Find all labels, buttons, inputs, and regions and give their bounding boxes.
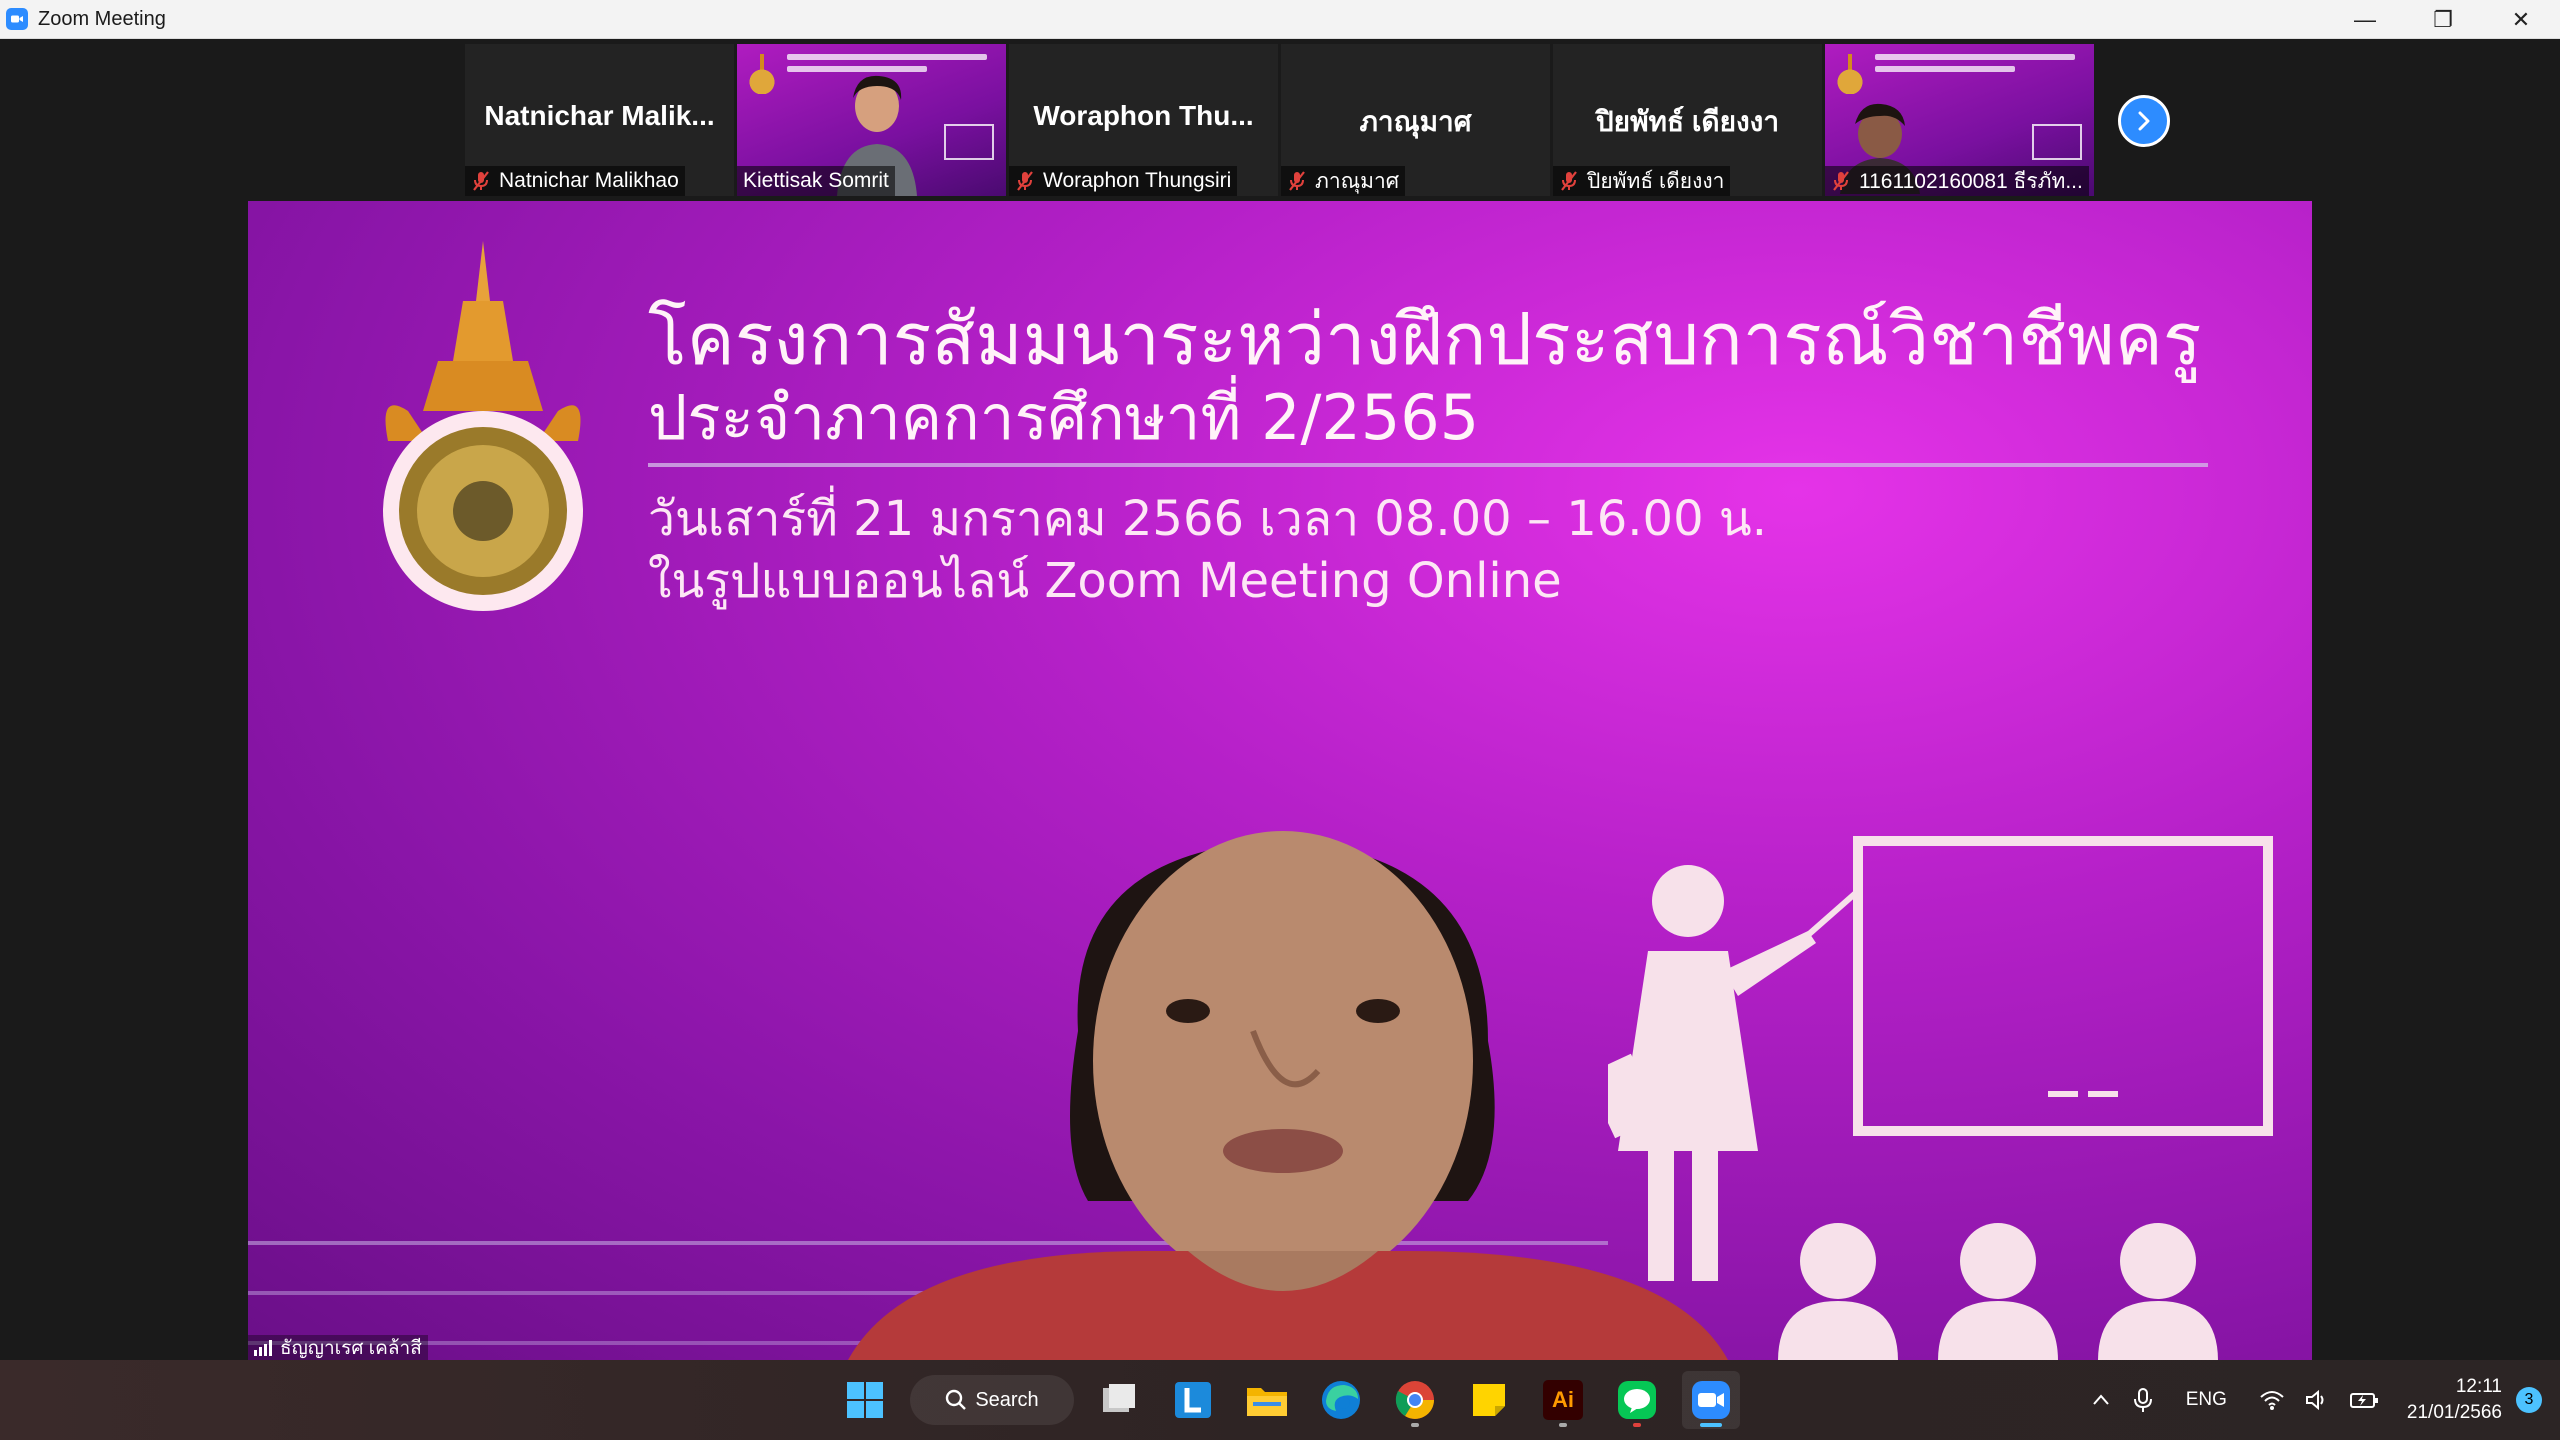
task-view-button[interactable] [1090, 1371, 1148, 1429]
participant-filmstrip: Natnichar Malik... Natnichar Malikhao Ki… [465, 44, 2094, 196]
participant-label: ภาณุมาศ [1281, 166, 1406, 196]
system-tray: ENG 12:11 21/01/2566 3 [2080, 1360, 2560, 1440]
participant-name: ปิยพัทธ์ เดียงงา [1587, 169, 1725, 193]
language-indicator[interactable]: ENG [2186, 1389, 2227, 1411]
volume-button[interactable] [2305, 1389, 2329, 1411]
illustrator-icon: Ai [1543, 1380, 1583, 1420]
microphone-tray-button[interactable] [2132, 1387, 2154, 1413]
mic-muted-icon [473, 171, 489, 191]
clock-date: 21/01/2566 [2406, 1402, 2502, 1423]
mic-muted-icon [1561, 171, 1577, 191]
active-speaker-name: ธัญญาเรศ เคล้าสี [280, 1337, 422, 1359]
slide-title-thumbnail [1875, 54, 2075, 60]
active-speaker-video[interactable]: โครงการสัมมนาระหว่างฝึกประสบการณ์วิชาชีพ… [248, 201, 2312, 1360]
meeting-area: Natnichar Malik... Natnichar Malikhao Ki… [0, 39, 2560, 1360]
window-title: Zoom Meeting [38, 7, 166, 30]
participant-label: Woraphon Thungsiri [1009, 166, 1238, 196]
illustrator-button[interactable]: Ai [1534, 1371, 1592, 1429]
task-view-icon [1103, 1384, 1135, 1412]
minimize-button[interactable]: — [2326, 0, 2404, 39]
file-explorer-icon [1247, 1388, 1287, 1416]
slide-emblem-thumbnail [749, 54, 775, 94]
participant-name: Natnichar Malikhao [499, 169, 679, 192]
mic-muted-icon [1017, 171, 1033, 191]
participant-tile[interactable]: Woraphon Thu... Woraphon Thungsiri [1009, 44, 1278, 196]
sticky-notes-button[interactable] [1460, 1371, 1518, 1429]
clock-time: 12:11 [2455, 1376, 2502, 1397]
filmstrip-next-button[interactable] [2118, 95, 2170, 147]
participant-tile[interactable]: ภาณุมาศ ภาณุมาศ [1281, 44, 1550, 196]
wifi-icon [2260, 1391, 2284, 1410]
participant-tile[interactable]: Natnichar Malik... Natnichar Malikhao [465, 44, 734, 196]
participant-label: Kiettisak Somrit [737, 166, 895, 196]
active-app-indicator [1700, 1423, 1722, 1427]
slide-emblem-thumbnail [1837, 54, 1863, 94]
battery-charging-icon [2349, 1393, 2378, 1408]
wifi-button[interactable] [2259, 1389, 2285, 1411]
window-controls: — ❐ ✕ [2326, 0, 2560, 39]
file-explorer-button[interactable] [1238, 1371, 1296, 1429]
slide-divider [648, 463, 2208, 467]
taskbar-clock[interactable]: 12:11 21/01/2566 [2407, 1374, 2502, 1426]
participant-name: Kiettisak Somrit [743, 169, 889, 192]
active-speaker-label: ธัญญาเรศ เคล้าสี [248, 1335, 428, 1360]
speaker-volume-icon [2305, 1389, 2324, 1411]
running-indicator [1411, 1423, 1419, 1427]
slide-subtitle-thumbnail [1875, 66, 2015, 72]
battery-button[interactable] [2349, 1389, 2379, 1411]
participant-name: ภาณุมาศ [1315, 169, 1400, 193]
running-indicator [1633, 1423, 1641, 1427]
microphone-icon [2133, 1388, 2152, 1412]
university-emblem-icon [383, 241, 583, 611]
search-label: Search [975, 1388, 1039, 1411]
running-indicator [1559, 1423, 1567, 1427]
participant-label: 1161102160081 ธีรภัท... [1825, 166, 2089, 196]
zoom-icon [1692, 1381, 1730, 1419]
close-button[interactable]: ✕ [2482, 0, 2560, 39]
chevron-right-icon [2138, 111, 2150, 131]
slide-format-line: ในรูปแบบออนไลน์ Zoom Meeting Online [648, 553, 1562, 609]
zoom-button[interactable] [1682, 1371, 1740, 1429]
participant-display-name: Natnichar Malik... [484, 100, 715, 131]
participant-name: Woraphon Thungsiri [1043, 169, 1232, 192]
participant-name: 1161102160081 ธีรภัท... [1859, 169, 2083, 193]
slide-subtitle: ประจำภาคการศึกษาที่ 2/2565 [648, 381, 1480, 454]
participant-tile[interactable]: Kiettisak Somrit [737, 44, 1006, 196]
slide-board-thumbnail [2032, 124, 2082, 160]
chrome-icon [1395, 1381, 1434, 1419]
participant-display-name: ภาณุมาศ [1359, 106, 1472, 137]
restore-button[interactable]: ❐ [2404, 0, 2482, 39]
participant-tile[interactable]: 1161102160081 ธีรภัท... [1825, 44, 2094, 196]
edge-button[interactable] [1312, 1371, 1370, 1429]
windows-start-icon [847, 1382, 883, 1418]
taskbar-apps: Search Ai [836, 1360, 1740, 1440]
line-button[interactable] [1608, 1371, 1666, 1429]
line-icon [1618, 1381, 1656, 1419]
slide-title-thumbnail [787, 54, 987, 60]
signal-strength-icon [254, 1339, 272, 1356]
participant-label: Natnichar Malikhao [465, 166, 685, 196]
chevron-up-icon [2092, 1394, 2109, 1405]
mic-muted-icon [1289, 171, 1305, 191]
sticky-notes-icon [1473, 1384, 1505, 1416]
windows-taskbar: Search Ai ENG 12:11 21/01/2566 3 [0, 1360, 2560, 1440]
participant-display-name: Woraphon Thu... [1033, 100, 1254, 131]
show-hidden-icons-button[interactable] [2090, 1389, 2112, 1411]
chrome-button[interactable] [1386, 1371, 1444, 1429]
mic-muted-icon [1833, 171, 1849, 191]
edge-icon [1322, 1381, 1360, 1419]
window-titlebar: Zoom Meeting — ❐ ✕ [0, 0, 2560, 39]
slide-board-thumbnail [944, 124, 994, 160]
participant-tile[interactable]: ปิยพัทธ์ เดียงงา ปิยพัทธ์ เดียงงา [1553, 44, 1822, 196]
windows-start-button[interactable] [836, 1371, 894, 1429]
speaker-video-person [848, 831, 1728, 1360]
zoom-app-icon [6, 8, 28, 30]
notification-count-badge[interactable]: 3 [2516, 1387, 2542, 1413]
participant-display-name: ปิยพัทธ์ เดียงงา [1595, 106, 1780, 137]
taskbar-search-button[interactable]: Search [910, 1375, 1074, 1425]
participant-label: ปิยพัทธ์ เดียงงา [1553, 166, 1731, 196]
l-app-button[interactable] [1164, 1371, 1222, 1429]
search-icon [946, 1389, 967, 1410]
l-app-icon [1175, 1382, 1211, 1418]
